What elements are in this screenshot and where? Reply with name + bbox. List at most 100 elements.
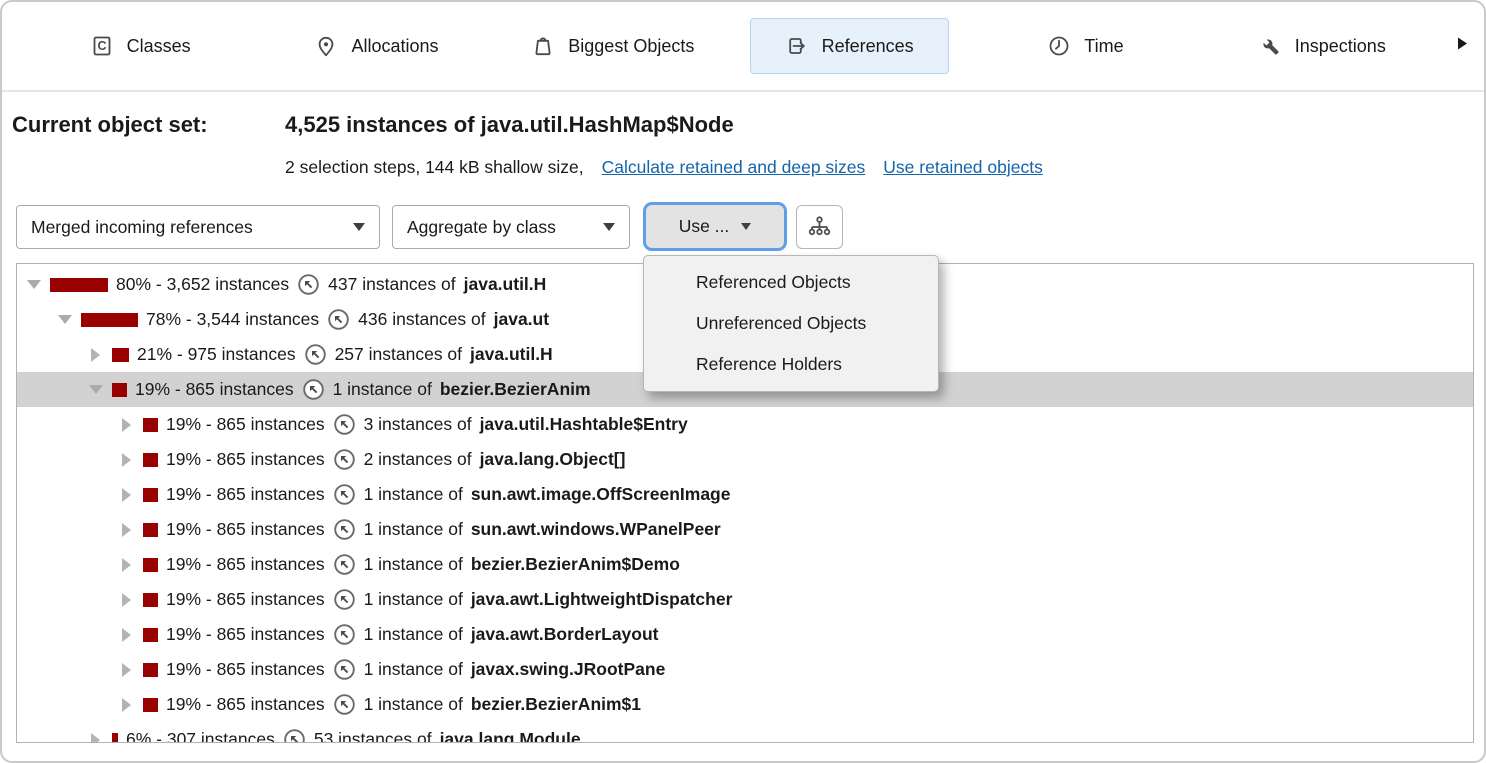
- dropdown-caret-icon: [353, 223, 365, 231]
- triangle-glyph: [91, 733, 100, 744]
- tab-biggest-objects[interactable]: Biggest Objects: [495, 18, 731, 74]
- tab-time[interactable]: Time: [967, 18, 1203, 74]
- triangle-glyph: [122, 558, 131, 572]
- tab-label: Allocations: [351, 36, 438, 57]
- menu-item-referenced-objects[interactable]: Referenced Objects: [644, 262, 938, 303]
- collapse-arrow-icon[interactable]: [56, 315, 73, 324]
- collapse-arrow-icon[interactable]: [87, 385, 104, 394]
- profiler-window: C Classes Allocations Biggest Objects Refere…: [0, 0, 1486, 763]
- tabs-container: C Classes Allocations Biggest Objects Refere…: [22, 18, 1440, 74]
- tab-overflow-button[interactable]: [1457, 37, 1468, 56]
- collapse-arrow-icon[interactable]: [25, 280, 42, 289]
- percentage-bar: [112, 348, 129, 362]
- current-object-set-value: 4,525 instances of java.util.HashMap$Nod…: [285, 112, 734, 138]
- tree-row[interactable]: 19% - 865 instances1 instance ofsun.awt.…: [17, 512, 1473, 547]
- aggregate-mode-select[interactable]: Aggregate by class: [392, 205, 630, 249]
- tab-label: References: [822, 36, 914, 57]
- tree-row[interactable]: 19% - 865 instances2 instances ofjava.la…: [17, 442, 1473, 477]
- row-class-name: javax.swing.JRootPane: [471, 659, 666, 680]
- percentage-bar: [143, 558, 158, 572]
- tab-inspections[interactable]: Inspections: [1204, 18, 1440, 74]
- row-percentage-label: 19% - 865 instances: [166, 659, 325, 680]
- tab-inner: C Classes: [63, 18, 218, 74]
- expand-arrow-icon[interactable]: [118, 558, 135, 572]
- tree-row[interactable]: 19% - 865 instances3 instances ofjava.ut…: [17, 407, 1473, 442]
- row-class-name: java.ut: [494, 309, 549, 330]
- incoming-reference-icon: [327, 308, 350, 331]
- triangle-glyph: [122, 628, 131, 642]
- row-count-text: 3 instances of: [364, 414, 472, 435]
- inspections-icon: [1258, 34, 1282, 58]
- tab-references[interactable]: References: [731, 18, 967, 74]
- row-class-name: bezier.BezierAnim: [440, 379, 591, 400]
- expand-arrow-icon[interactable]: [118, 593, 135, 607]
- use-button-label: Use ...: [679, 216, 730, 237]
- menu-item-unreferenced-objects[interactable]: Unreferenced Objects: [644, 303, 938, 344]
- tree-row[interactable]: 19% - 865 instances1 instance ofsun.awt.…: [17, 477, 1473, 512]
- triangle-glyph: [122, 418, 131, 432]
- row-count-text: 1 instance of: [364, 484, 463, 505]
- expand-arrow-icon[interactable]: [118, 628, 135, 642]
- allocations-icon: [314, 34, 338, 58]
- percentage-bar: [143, 698, 158, 712]
- incoming-reference-icon: [333, 588, 356, 611]
- row-count-text: 1 instance of: [364, 624, 463, 645]
- tab-allocations[interactable]: Allocations: [258, 18, 494, 74]
- expand-arrow-icon[interactable]: [118, 698, 135, 712]
- tree-row[interactable]: 19% - 865 instances1 instance ofjavax.sw…: [17, 652, 1473, 687]
- triangle-glyph: [122, 453, 131, 467]
- tree-row[interactable]: 19% - 865 instances1 instance ofjava.awt…: [17, 617, 1473, 652]
- object-set-details: 2 selection steps, 144 kB shallow size, …: [285, 157, 1043, 178]
- tree-row[interactable]: 19% - 865 instances1 instance ofbezier.B…: [17, 687, 1473, 722]
- expand-arrow-icon[interactable]: [87, 348, 104, 362]
- row-percentage-label: 6% - 307 instances: [126, 729, 275, 743]
- percentage-bar: [50, 278, 108, 292]
- svg-text:C: C: [97, 39, 106, 53]
- percentage-bar: [143, 523, 158, 537]
- time-icon: [1047, 34, 1071, 58]
- row-percentage-label: 80% - 3,652 instances: [116, 274, 289, 295]
- row-percentage-label: 19% - 865 instances: [166, 694, 325, 715]
- expand-arrow-icon[interactable]: [118, 418, 135, 432]
- expand-arrow-icon[interactable]: [87, 733, 104, 744]
- incoming-reference-icon: [333, 693, 356, 716]
- incoming-reference-icon: [333, 413, 356, 436]
- row-percentage-label: 19% - 865 instances: [166, 519, 325, 540]
- row-class-name: java.util.H: [464, 274, 547, 295]
- expand-arrow-icon[interactable]: [118, 663, 135, 677]
- expand-arrow-icon[interactable]: [118, 488, 135, 502]
- row-count-text: 1 instance of: [364, 589, 463, 610]
- show-graph-button[interactable]: [796, 205, 843, 249]
- incoming-reference-icon: [283, 728, 306, 743]
- tree-row[interactable]: 19% - 865 instances1 instance ofjava.awt…: [17, 582, 1473, 617]
- use-button[interactable]: Use ...: [643, 202, 787, 251]
- tab-label: Time: [1084, 36, 1123, 57]
- menu-item-reference-holders[interactable]: Reference Holders: [644, 344, 938, 385]
- current-object-set-label: Current object set:: [12, 112, 208, 138]
- row-percentage-label: 19% - 865 instances: [135, 379, 294, 400]
- percentage-bar: [143, 593, 158, 607]
- calculate-retained-sizes-link[interactable]: Calculate retained and deep sizes: [602, 157, 866, 178]
- incoming-reference-icon: [304, 343, 327, 366]
- row-count-text: 437 instances of: [328, 274, 455, 295]
- selection-summary-text: 2 selection steps, 144 kB shallow size,: [285, 157, 584, 178]
- tree-row[interactable]: 6% - 307 instances53 instances ofjava.la…: [17, 722, 1473, 743]
- row-class-name: sun.awt.windows.WPanelPeer: [471, 519, 721, 540]
- incoming-reference-icon: [333, 658, 356, 681]
- tab-classes[interactable]: C Classes: [22, 18, 258, 74]
- incoming-reference-icon: [297, 273, 320, 296]
- dropdown-caret-icon: [741, 223, 751, 230]
- tree-row[interactable]: 19% - 865 instances1 instance ofbezier.B…: [17, 547, 1473, 582]
- percentage-bar: [143, 418, 158, 432]
- tab-label: Biggest Objects: [568, 36, 694, 57]
- triangle-glyph: [122, 488, 131, 502]
- row-class-name: java.awt.BorderLayout: [471, 624, 659, 645]
- reference-mode-select[interactable]: Merged incoming references: [16, 205, 380, 249]
- tab-label: Classes: [127, 36, 191, 57]
- reference-mode-value: Merged incoming references: [31, 217, 253, 238]
- expand-arrow-icon[interactable]: [118, 453, 135, 467]
- row-count-text: 2 instances of: [364, 449, 472, 470]
- expand-arrow-icon[interactable]: [118, 523, 135, 537]
- row-class-name: bezier.BezierAnim$1: [471, 694, 641, 715]
- use-retained-objects-link[interactable]: Use retained objects: [883, 157, 1043, 178]
